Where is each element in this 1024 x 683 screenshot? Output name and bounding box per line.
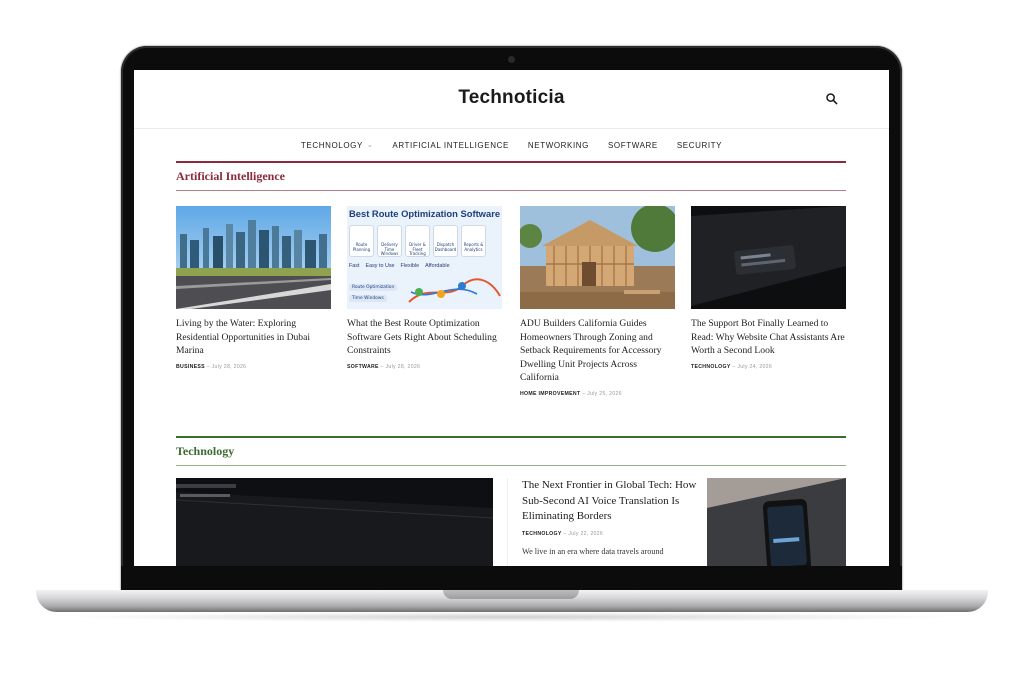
- nav-item-networking[interactable]: NETWORKING: [528, 141, 589, 150]
- article-meta: TECHNOLOGY – July 22, 2026: [522, 531, 702, 537]
- laptop-screen: Technoticia TECHNOLOGY ⌄ ARTIFICIAL INTE…: [134, 70, 889, 566]
- laptop-notch: [443, 590, 579, 599]
- article-card[interactable]: ADU Builders California Guides Homeowner…: [520, 206, 675, 397]
- article-thumbnail[interactable]: [520, 206, 675, 309]
- nav-item-label: NETWORKING: [527, 140, 589, 150]
- site-header: Technoticia: [134, 70, 889, 129]
- article-date: July 22, 2026: [568, 530, 604, 537]
- infographic-benefits: Fast Easy to Use Flexible Affordable: [349, 263, 450, 269]
- benefit-label: Easy to Use: [365, 263, 395, 269]
- article-title[interactable]: Living by the Water: Exploring Residenti…: [176, 317, 331, 358]
- feature-tile: Reports & Analytics: [461, 225, 486, 257]
- article-title[interactable]: The Next Frontier in Global Tech: How Su…: [522, 478, 702, 525]
- article-date: July 25, 2026: [587, 390, 622, 397]
- section-rule: [176, 190, 846, 191]
- article-card[interactable]: The Support Bot Finally Learned to Read:…: [691, 206, 846, 370]
- nav-item-technology[interactable]: TECHNOLOGY ⌄: [301, 141, 373, 150]
- article-title[interactable]: What the Best Route Optimization Softwar…: [347, 317, 502, 358]
- article-date: July 28, 2026: [385, 363, 421, 370]
- route-map-graphic: [408, 278, 501, 303]
- nav-item-security[interactable]: SECURITY: [677, 141, 722, 150]
- side-article[interactable]: The Next Frontier in Global Tech: How Su…: [522, 478, 702, 556]
- nav-item-software[interactable]: SOFTWARE: [608, 141, 658, 150]
- article-thumbnail[interactable]: [707, 478, 846, 566]
- section-header-technology: Technology: [176, 436, 846, 466]
- infographic-tag: Time Windows: [349, 295, 387, 302]
- laptop-lid: Technoticia TECHNOLOGY ⌄ ARTIFICIAL INTE…: [121, 46, 902, 596]
- nav-item-label: SECURITY: [676, 140, 723, 150]
- benefit-label: Fast: [349, 263, 360, 269]
- article-title[interactable]: ADU Builders California Guides Homeowner…: [520, 317, 675, 385]
- article-thumbnail[interactable]: [691, 206, 846, 309]
- article-excerpt: We live in an era where data travels aro…: [522, 546, 664, 556]
- nav-item-label: SOFTWARE: [608, 140, 658, 150]
- nav-item-label: ARTIFICIAL INTELLIGENCE: [392, 140, 509, 150]
- article-date: July 28, 2026: [211, 363, 247, 370]
- site-logo[interactable]: Technoticia: [134, 87, 889, 109]
- benefit-label: Flexible: [400, 263, 420, 269]
- article-thumbnail[interactable]: Best Route Optimization Software Route P…: [347, 206, 502, 309]
- benefit-label: Affordable: [425, 263, 450, 269]
- article-card[interactable]: Best Route Optimization Software Route P…: [347, 206, 502, 370]
- laptop-shadow: [60, 612, 964, 622]
- article-title[interactable]: The Support Bot Finally Learned to Read:…: [691, 317, 846, 358]
- article-meta: SOFTWARE – July 28, 2026: [347, 364, 502, 370]
- nav-item-artificial-intelligence[interactable]: ARTIFICIAL INTELLIGENCE: [392, 141, 509, 150]
- section-rule: [176, 436, 846, 438]
- article-meta: BUSINESS – July 28, 2026: [176, 364, 331, 370]
- article-meta: TECHNOLOGY – July 24, 2026: [691, 364, 846, 370]
- article-category[interactable]: SOFTWARE: [347, 364, 379, 370]
- section-header-ai: Artificial Intelligence: [176, 161, 846, 191]
- featured-article-image[interactable]: [176, 478, 493, 566]
- column-divider: [507, 478, 508, 566]
- infographic-features: Route Planning Delivery Time Windows Dri…: [349, 225, 486, 257]
- nav-item-label: TECHNOLOGY: [300, 140, 363, 150]
- feature-tile: Route Planning: [349, 225, 374, 257]
- section-title[interactable]: Artificial Intelligence: [176, 169, 846, 184]
- section-title[interactable]: Technology: [176, 444, 846, 459]
- camera: [508, 56, 515, 63]
- laptop-base: [36, 590, 988, 612]
- article-category[interactable]: HOME IMPROVEMENT: [520, 391, 580, 397]
- infographic-heading: Best Route Optimization Software: [349, 208, 501, 219]
- article-category[interactable]: BUSINESS: [176, 364, 205, 370]
- infographic-tag: Route Optimization: [349, 284, 398, 291]
- main-nav: TECHNOLOGY ⌄ ARTIFICIAL INTELLIGENCE NET…: [134, 128, 889, 162]
- article-card[interactable]: Living by the Water: Exploring Residenti…: [176, 206, 331, 370]
- article-category[interactable]: TECHNOLOGY: [691, 364, 731, 370]
- section-rule: [176, 161, 846, 163]
- article-date: July 24, 2026: [737, 363, 773, 370]
- chevron-down-icon: ⌄: [366, 142, 374, 149]
- feature-tile: Delivery Time Windows: [377, 225, 402, 257]
- article-category[interactable]: TECHNOLOGY: [522, 531, 562, 537]
- feature-tile: Driver & Fleet Tracking: [405, 225, 430, 257]
- article-meta: HOME IMPROVEMENT – July 25, 2026: [520, 391, 675, 397]
- section-rule: [176, 465, 846, 466]
- search-icon[interactable]: [825, 91, 839, 105]
- article-thumbnail[interactable]: [176, 206, 331, 309]
- feature-tile: Dispatch Dashboard: [433, 225, 458, 257]
